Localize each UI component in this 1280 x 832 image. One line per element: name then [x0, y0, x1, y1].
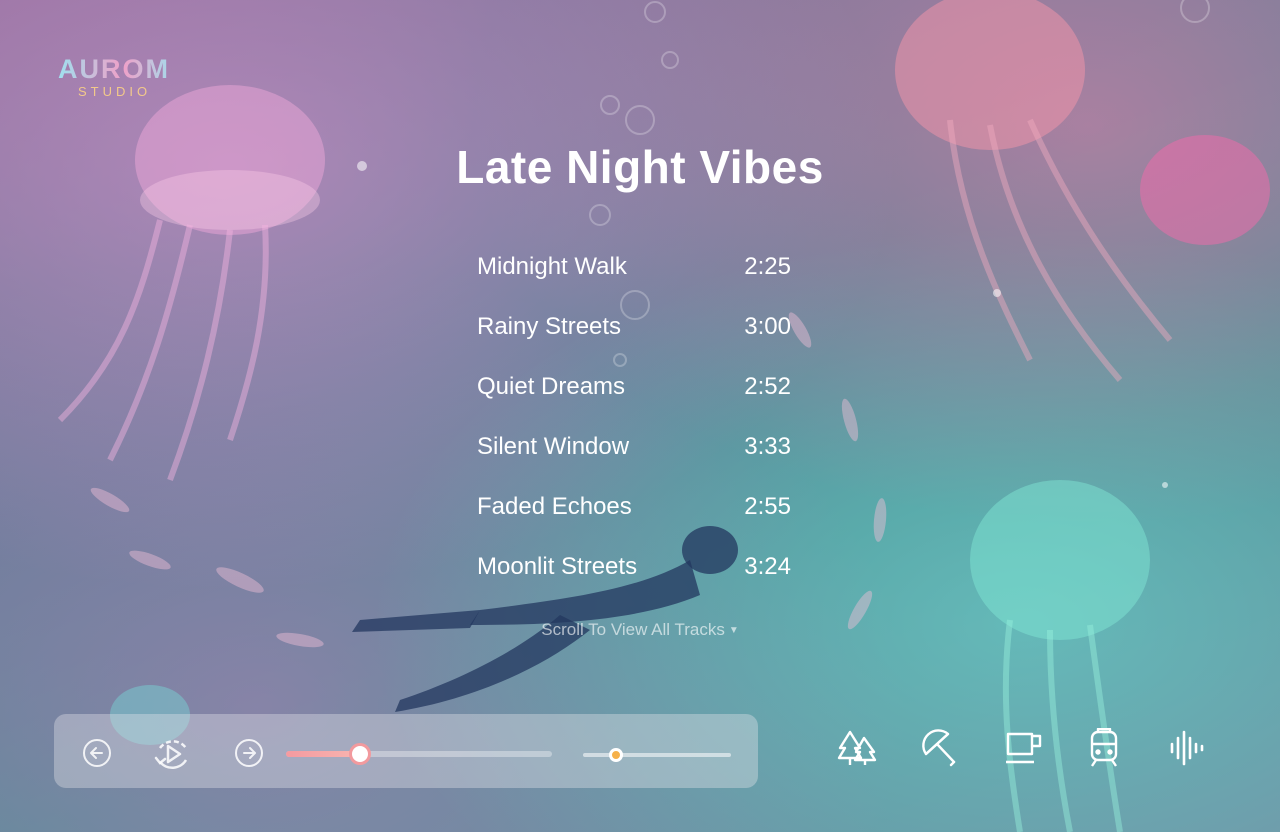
rain-sound-button[interactable]: [918, 728, 962, 768]
track-duration: 2:52: [744, 373, 791, 400]
logo-wordmark: AUROM: [58, 54, 176, 84]
progress-slider[interactable]: [286, 743, 552, 765]
track-duration: 3:24: [744, 553, 791, 580]
scroll-hint[interactable]: Scroll To View All Tracks ▼: [0, 620, 1280, 640]
track-duration: 2:55: [744, 493, 791, 520]
app-logo: AUROM STUDIO: [58, 54, 176, 100]
coffee-cup-icon: [1006, 732, 1042, 764]
white-noise-sound-button[interactable]: [1164, 728, 1208, 768]
track-duration: 2:25: [744, 253, 791, 280]
replay-play-icon[interactable]: [152, 734, 192, 774]
track-row[interactable]: Moonlit Streets 3:24: [477, 548, 791, 608]
playlist-title: Late Night Vibes: [456, 141, 824, 193]
track-row[interactable]: Rainy Streets 3:00: [477, 308, 791, 368]
track-name: Quiet Dreams: [477, 373, 626, 400]
track-name: Midnight Walk: [477, 253, 627, 280]
track-list: Midnight Walk 2:25 Rainy Streets 3:00 Qu…: [477, 248, 791, 608]
next-icon[interactable]: [234, 738, 264, 768]
scroll-hint-label: Scroll To View All Tracks: [541, 620, 725, 639]
track-name: Silent Window: [477, 433, 630, 460]
forest-icon: [837, 730, 877, 765]
track-row[interactable]: Silent Window 3:33: [477, 428, 791, 488]
track-row[interactable]: Faded Echoes 2:55: [477, 488, 791, 548]
forest-sound-button[interactable]: [836, 728, 880, 768]
logo-subtitle: STUDIO: [78, 84, 152, 99]
train-icon: [1090, 728, 1118, 767]
caret-down-icon: ▼: [728, 625, 739, 637]
track-name: Moonlit Streets: [477, 553, 638, 580]
volume-knob[interactable]: [608, 748, 623, 762]
sound-wave-icon: [1170, 730, 1204, 766]
track-duration: 3:00: [744, 313, 791, 340]
track-name: Rainy Streets: [477, 313, 622, 340]
track-row[interactable]: Midnight Walk 2:25: [477, 248, 791, 308]
player-bar: [54, 714, 758, 788]
track-name: Faded Echoes: [477, 493, 632, 520]
track-row[interactable]: Quiet Dreams 2:52: [477, 368, 791, 428]
cafe-sound-button[interactable]: [1002, 728, 1046, 768]
umbrella-rain-icon: [922, 729, 956, 767]
track-duration: 3:33: [744, 433, 791, 460]
volume-slider[interactable]: [583, 748, 731, 762]
train-sound-button[interactable]: [1082, 728, 1126, 768]
progress-knob[interactable]: [349, 743, 372, 765]
previous-icon[interactable]: [82, 738, 112, 768]
